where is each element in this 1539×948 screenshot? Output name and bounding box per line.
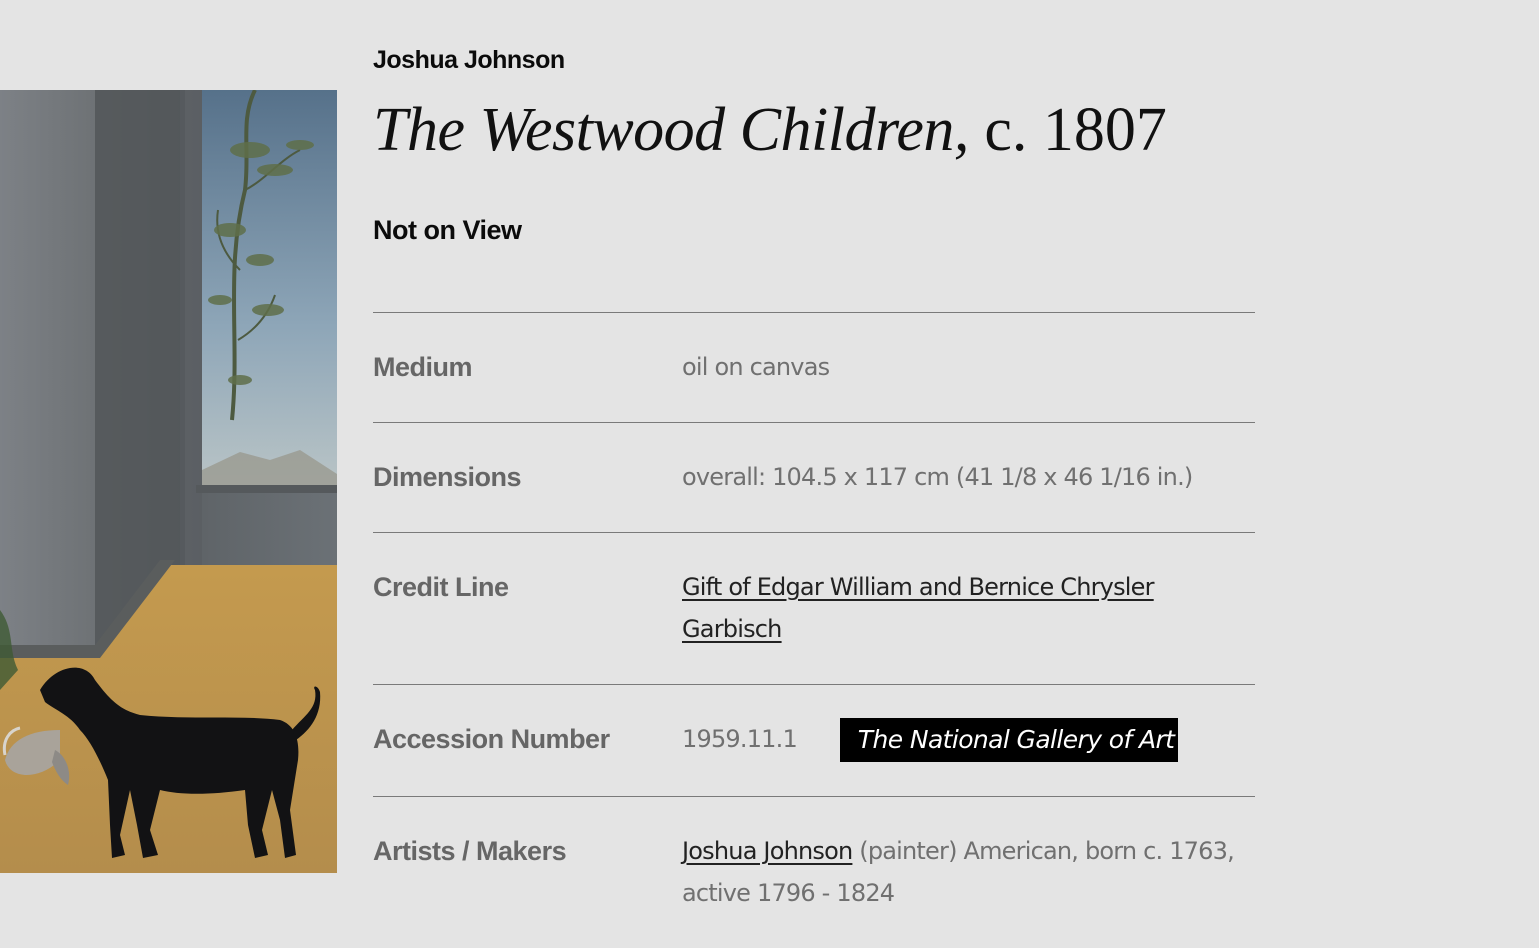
detail-value: Joshua Johnson (painter) American, born … bbox=[682, 830, 1255, 914]
artwork-image[interactable] bbox=[0, 90, 337, 873]
detail-row-accession-number: Accession Number 1959.11.1 The National … bbox=[373, 684, 1255, 796]
detail-value: 1959.11.1 The National Gallery of Art bbox=[682, 718, 1255, 762]
artwork-title: The Westwood Children, c. 1807 bbox=[373, 96, 1167, 164]
artist-role: (painter) bbox=[859, 837, 957, 865]
detail-label: Medium bbox=[373, 352, 473, 382]
artist-name[interactable]: Joshua Johnson bbox=[373, 46, 565, 75]
detail-value: overall: 104.5 x 117 cm (41 1/8 x 46 1/1… bbox=[682, 463, 1193, 491]
detail-label: Artists / Makers bbox=[373, 836, 567, 866]
credit-line-link[interactable]: Gift of Edgar William and Bernice Chrysl… bbox=[682, 573, 1155, 643]
detail-label: Credit Line bbox=[373, 572, 509, 602]
artist-link[interactable]: Joshua Johnson bbox=[682, 837, 853, 865]
details-table: Medium oil on canvas Dimensions overall:… bbox=[373, 312, 1255, 948]
view-status: Not on View bbox=[373, 215, 522, 245]
detail-row-artists: Artists / Makers Joshua Johnson (painter… bbox=[373, 796, 1255, 948]
detail-value: oil on canvas bbox=[682, 353, 830, 381]
detail-label: Accession Number bbox=[373, 724, 610, 754]
title-name: The Westwood Children, bbox=[373, 96, 969, 164]
detail-row-medium: Medium oil on canvas bbox=[373, 312, 1255, 422]
detail-value: Gift of Edgar William and Bernice Chrysl… bbox=[682, 566, 1255, 650]
gallery-badge: The National Gallery of Art bbox=[839, 718, 1179, 762]
detail-row-credit-line: Credit Line Gift of Edgar William and Be… bbox=[373, 532, 1255, 684]
accession-number: 1959.11.1 bbox=[682, 725, 798, 753]
title-date: c. 1807 bbox=[984, 96, 1167, 164]
detail-label: Dimensions bbox=[373, 462, 522, 492]
detail-row-dimensions: Dimensions overall: 104.5 x 117 cm (41 1… bbox=[373, 422, 1255, 532]
